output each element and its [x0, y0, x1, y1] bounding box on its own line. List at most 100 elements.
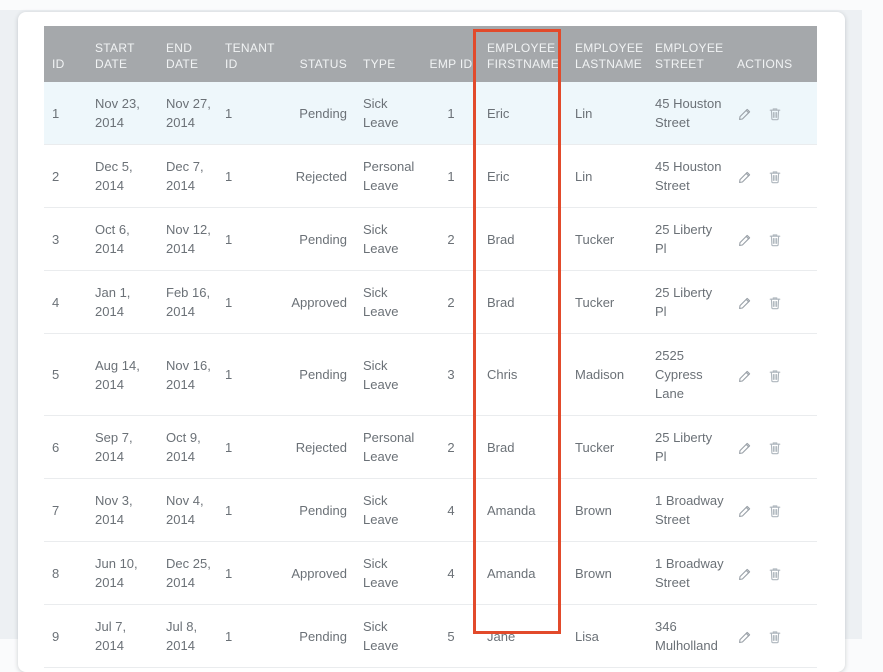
leave-requests-table: ID START DATE END DATE TENANT ID STATUS …: [44, 26, 817, 668]
edit-button[interactable]: [737, 629, 753, 645]
table-row[interactable]: 6 Sep 7, 2014 Oct 9, 2014 1 Rejected Per…: [44, 416, 817, 479]
cell-actions: [729, 334, 817, 416]
cell-end-date: Feb 16, 2014: [158, 271, 217, 334]
cell-status: Rejected: [277, 145, 355, 208]
trash-icon: [767, 440, 783, 456]
pencil-icon: [737, 503, 753, 519]
cell-employee-street: 1 Broadway Street: [647, 479, 729, 542]
pencil-icon: [737, 566, 753, 582]
cell-actions: [729, 208, 817, 271]
cell-status: Approved: [277, 542, 355, 605]
cell-end-date: Nov 27, 2014: [158, 82, 217, 145]
edit-button[interactable]: [737, 106, 753, 122]
cell-employee-street: 45 Houston Street: [647, 82, 729, 145]
cell-start-date: Jan 1, 2014: [87, 271, 158, 334]
delete-button[interactable]: [767, 440, 783, 456]
pencil-icon: [737, 106, 753, 122]
cell-employee-firstname: Jane: [479, 605, 567, 668]
cell-type: Sick Leave: [355, 479, 427, 542]
cell-end-date: Jul 8, 2014: [158, 605, 217, 668]
delete-button[interactable]: [767, 169, 783, 185]
cell-start-date: Oct 6, 2014: [87, 208, 158, 271]
table-row[interactable]: 9 Jul 7, 2014 Jul 8, 2014 1 Pending Sick…: [44, 605, 817, 668]
delete-button[interactable]: [767, 295, 783, 311]
cell-id: 7: [44, 479, 87, 542]
cell-id: 6: [44, 416, 87, 479]
cell-emp-id: 5: [427, 605, 479, 668]
cell-id: 1: [44, 82, 87, 145]
edit-button[interactable]: [737, 295, 753, 311]
table-row[interactable]: 3 Oct 6, 2014 Nov 12, 2014 1 Pending Sic…: [44, 208, 817, 271]
table-row[interactable]: 5 Aug 14, 2014 Nov 16, 2014 1 Pending Si…: [44, 334, 817, 416]
cell-type: Sick Leave: [355, 271, 427, 334]
trash-icon: [767, 368, 783, 384]
delete-button[interactable]: [767, 629, 783, 645]
cell-end-date: Nov 12, 2014: [158, 208, 217, 271]
trash-icon: [767, 169, 783, 185]
delete-button[interactable]: [767, 232, 783, 248]
cell-id: 5: [44, 334, 87, 416]
pencil-icon: [737, 440, 753, 456]
edit-button[interactable]: [737, 566, 753, 582]
table-row[interactable]: 1 Nov 23, 2014 Nov 27, 2014 1 Pending Si…: [44, 82, 817, 145]
cell-start-date: Aug 14, 2014: [87, 334, 158, 416]
column-header-actions: ACTIONS: [729, 26, 817, 82]
cell-tenant-id: 1: [217, 145, 277, 208]
column-header-status: STATUS: [277, 26, 355, 82]
table-container: ID START DATE END DATE TENANT ID STATUS …: [44, 26, 817, 668]
trash-icon: [767, 106, 783, 122]
cell-employee-firstname: Eric: [479, 145, 567, 208]
trash-icon: [767, 503, 783, 519]
cell-employee-lastname: Brown: [567, 479, 647, 542]
cell-start-date: Nov 3, 2014: [87, 479, 158, 542]
column-header-start-date: START DATE: [87, 26, 158, 82]
cell-actions: [729, 145, 817, 208]
cell-status: Pending: [277, 605, 355, 668]
delete-button[interactable]: [767, 106, 783, 122]
table-row[interactable]: 2 Dec 5, 2014 Dec 7, 2014 1 Rejected Per…: [44, 145, 817, 208]
cell-type: Sick Leave: [355, 542, 427, 605]
edit-button[interactable]: [737, 503, 753, 519]
table-row[interactable]: 8 Jun 10, 2014 Dec 25, 2014 1 Approved S…: [44, 542, 817, 605]
cell-tenant-id: 1: [217, 271, 277, 334]
cell-tenant-id: 1: [217, 605, 277, 668]
cell-employee-lastname: Tucker: [567, 271, 647, 334]
cell-actions: [729, 479, 817, 542]
cell-type: Sick Leave: [355, 82, 427, 145]
edit-button[interactable]: [737, 232, 753, 248]
edit-button[interactable]: [737, 440, 753, 456]
cell-tenant-id: 1: [217, 416, 277, 479]
pencil-icon: [737, 169, 753, 185]
delete-button[interactable]: [767, 368, 783, 384]
edit-button[interactable]: [737, 368, 753, 384]
column-header-id: ID: [44, 26, 87, 82]
cell-status: Pending: [277, 479, 355, 542]
trash-icon: [767, 295, 783, 311]
cell-type: Sick Leave: [355, 605, 427, 668]
cell-start-date: Nov 23, 2014: [87, 82, 158, 145]
cell-end-date: Dec 25, 2014: [158, 542, 217, 605]
cell-employee-street: 25 Liberty Pl: [647, 208, 729, 271]
table-row[interactable]: 4 Jan 1, 2014 Feb 16, 2014 1 Approved Si…: [44, 271, 817, 334]
cell-tenant-id: 1: [217, 82, 277, 145]
cell-start-date: Dec 5, 2014: [87, 145, 158, 208]
cell-actions: [729, 542, 817, 605]
cell-employee-firstname: Chris: [479, 334, 567, 416]
table-card: ID START DATE END DATE TENANT ID STATUS …: [18, 12, 845, 672]
cell-employee-firstname: Brad: [479, 416, 567, 479]
cell-employee-firstname: Brad: [479, 208, 567, 271]
delete-button[interactable]: [767, 503, 783, 519]
table-row[interactable]: 7 Nov 3, 2014 Nov 4, 2014 1 Pending Sick…: [44, 479, 817, 542]
edit-button[interactable]: [737, 169, 753, 185]
trash-icon: [767, 629, 783, 645]
cell-emp-id: 4: [427, 479, 479, 542]
cell-actions: [729, 416, 817, 479]
cell-emp-id: 3: [427, 334, 479, 416]
cell-tenant-id: 1: [217, 334, 277, 416]
cell-tenant-id: 1: [217, 208, 277, 271]
column-header-end-date: END DATE: [158, 26, 217, 82]
cell-type: Sick Leave: [355, 334, 427, 416]
cell-employee-firstname: Amanda: [479, 542, 567, 605]
delete-button[interactable]: [767, 566, 783, 582]
trash-icon: [767, 566, 783, 582]
